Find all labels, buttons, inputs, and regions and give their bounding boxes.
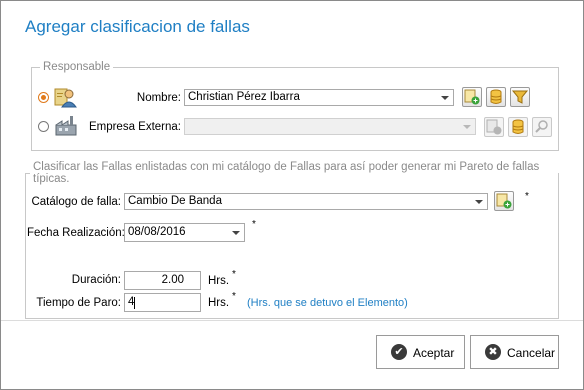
accept-button[interactable]: ✔ Aceptar bbox=[376, 335, 465, 369]
chevron-down-icon bbox=[441, 96, 449, 100]
clasificar-group: Clasificar las Fallas enlistadas con mi … bbox=[25, 161, 559, 319]
nombre-combo[interactable]: Christian Pérez Ibarra bbox=[184, 89, 454, 106]
add-icon bbox=[496, 193, 512, 209]
responsable-legend: Responsable bbox=[43, 61, 111, 73]
database-button[interactable] bbox=[486, 87, 506, 107]
radio-empresa[interactable] bbox=[38, 121, 49, 132]
required-mark: * bbox=[232, 269, 236, 280]
search-company-button[interactable] bbox=[532, 117, 552, 137]
accept-label: Aceptar bbox=[413, 346, 455, 360]
catalogo-combo[interactable]: Cambio De Banda bbox=[124, 193, 488, 210]
radio-nombre[interactable] bbox=[38, 92, 49, 103]
text-cursor bbox=[134, 297, 135, 309]
required-mark: * bbox=[252, 219, 256, 230]
check-icon: ✔ bbox=[391, 344, 407, 360]
duracion-value: 2.00 bbox=[161, 274, 184, 286]
required-mark: * bbox=[525, 191, 529, 202]
fecha-value: 08/08/2016 bbox=[128, 226, 186, 238]
cancel-label: Cancelar bbox=[507, 346, 556, 360]
dialog-title: Agregar clasificacion de fallas bbox=[25, 17, 250, 36]
duracion-unit: Hrs. bbox=[208, 275, 230, 287]
database-icon bbox=[512, 119, 524, 134]
database-icon bbox=[490, 89, 502, 104]
add-company-button[interactable] bbox=[484, 117, 504, 137]
empresa-label: Empresa Externa: bbox=[88, 121, 181, 133]
catalogo-label: Catálogo de falla: bbox=[31, 196, 121, 208]
chevron-down-icon bbox=[463, 125, 471, 129]
paro-input[interactable]: 4 bbox=[124, 293, 201, 312]
cancel-button[interactable]: ✖ Cancelar bbox=[470, 335, 559, 369]
divider bbox=[1, 320, 583, 321]
duracion-input[interactable]: 2.00 bbox=[124, 271, 201, 290]
filter-icon bbox=[511, 90, 529, 104]
chevron-down-icon bbox=[232, 231, 240, 235]
paro-hint: (Hrs. que se detuvo el Elemento) bbox=[247, 297, 408, 309]
company-database-button[interactable] bbox=[508, 117, 528, 137]
fecha-picker[interactable]: 08/08/2016 bbox=[124, 223, 245, 242]
add-person-button[interactable] bbox=[462, 87, 482, 107]
chevron-down-icon bbox=[475, 200, 483, 204]
factory-icon bbox=[53, 113, 79, 137]
add-icon bbox=[464, 89, 480, 105]
paro-label: Tiempo de Paro: bbox=[36, 297, 121, 309]
nombre-value: Christian Pérez Ibarra bbox=[188, 91, 300, 103]
required-mark: * bbox=[232, 291, 236, 302]
add-catalogo-button[interactable] bbox=[494, 191, 514, 211]
dialog-window: Agregar clasificacion de fallas Responsa… bbox=[0, 0, 584, 390]
paro-unit: Hrs. bbox=[208, 297, 230, 309]
clasificar-legend: Clasificar las Fallas enlistadas con mi … bbox=[33, 161, 540, 185]
empresa-combo[interactable] bbox=[184, 118, 476, 135]
catalogo-value: Cambio De Banda bbox=[128, 195, 222, 207]
add-icon bbox=[486, 119, 502, 135]
search-icon bbox=[535, 120, 548, 133]
duracion-label: Duración: bbox=[71, 274, 121, 286]
nombre-label: Nombre: bbox=[136, 92, 181, 104]
filter-button[interactable] bbox=[510, 87, 530, 107]
close-icon: ✖ bbox=[485, 344, 501, 360]
fecha-label: Fecha Realización: bbox=[27, 227, 125, 239]
person-icon bbox=[53, 85, 79, 109]
